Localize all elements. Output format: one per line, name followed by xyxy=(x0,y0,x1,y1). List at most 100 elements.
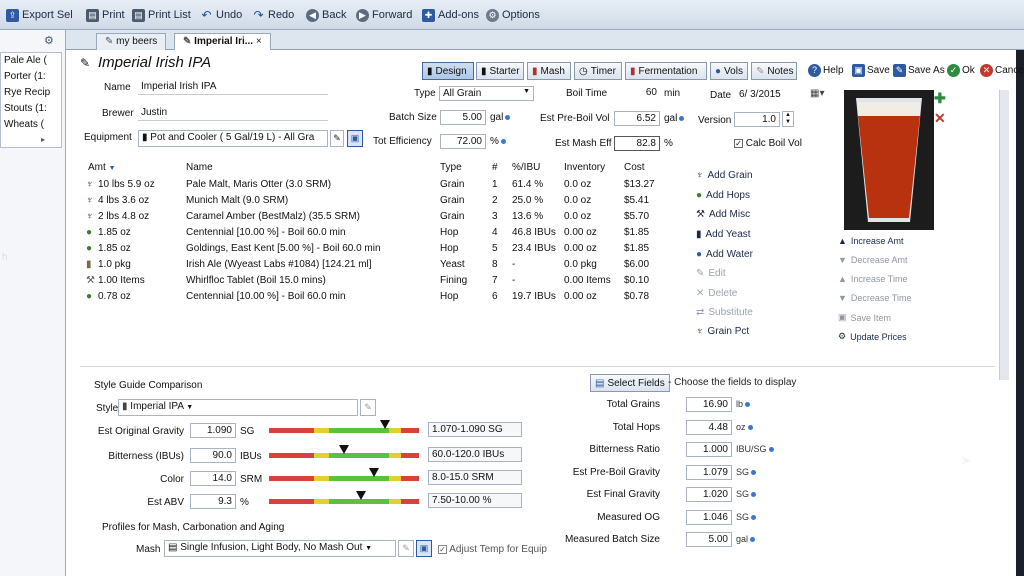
cell-num: 5 xyxy=(492,243,498,254)
version-spinner-icon[interactable]: ▲ ▼ xyxy=(782,111,794,127)
help-button[interactable]: ? Help xyxy=(808,64,844,77)
add-hops-button[interactable]: ● Add Hops xyxy=(696,190,750,201)
calendar-icon[interactable]: ▦▾ xyxy=(810,88,824,99)
main-scrollbar[interactable] xyxy=(999,90,1009,380)
list-item[interactable]: Stouts (1: xyxy=(4,103,47,114)
equipment-icon: ▮ xyxy=(142,132,148,143)
table-row[interactable]: ● 0.78 oz Centennial [10.00 %] - Boil 60.0… xyxy=(84,290,692,306)
dropdown-arrow-icon: ▼ xyxy=(186,404,194,411)
remove-x-icon[interactable]: ✕ xyxy=(934,110,946,127)
increase-amt-button[interactable]: ▲ Increase Amt xyxy=(838,236,903,246)
mash-edit-icon[interactable]: ✎ xyxy=(398,540,414,557)
col-amt[interactable]: Amt ▼ xyxy=(88,162,116,173)
style-select[interactable]: ▮ Imperial IPA ▼ xyxy=(118,399,358,416)
add-misc-button[interactable]: ⚒ Add Misc xyxy=(696,209,750,220)
col-type[interactable]: Type xyxy=(440,162,462,173)
cell-pct: - xyxy=(512,259,516,270)
tab-mash[interactable]: ▮ Mash xyxy=(527,62,571,80)
profiles-heading: Profiles for Mash, Carbonation and Aging xyxy=(102,522,285,533)
cell-pct: 13.6 % xyxy=(512,211,544,222)
table-row[interactable]: ⚒ 1.00 Items Whirlfloc Tablet (Boil 15.0 m… xyxy=(84,274,692,290)
update-prices-button[interactable]: ⚙ Update Prices xyxy=(838,331,907,342)
list-item[interactable]: Wheats ( xyxy=(4,119,44,130)
brewer-field[interactable]: Justin xyxy=(138,106,328,121)
print-button[interactable]: ▤ Print xyxy=(86,6,125,24)
tab-my-beers[interactable]: ✎ my beers xyxy=(96,33,167,50)
table-row[interactable]: ♆ 10 lbs 5.9 oz Pale Malt, Maris Otter (3.… xyxy=(84,178,692,194)
decrease-amt-button[interactable]: ▼ Decrease Amt xyxy=(838,255,907,265)
list-item[interactable]: Porter (1: xyxy=(4,71,46,82)
options-button[interactable]: ⚙ Options xyxy=(486,6,540,24)
recipe-folder-list[interactable]: Pale Ale ( Porter (1: Rye Recip Stouts (… xyxy=(0,52,62,148)
add-grain-button[interactable]: ♆ Add Grain xyxy=(696,170,753,181)
type-select[interactable]: All Grain ▼ xyxy=(439,86,534,101)
name-field[interactable]: Imperial Irish IPA xyxy=(138,80,328,95)
checkbox-checked-icon[interactable]: ✓ xyxy=(734,138,743,148)
select-fields-button[interactable]: ▤ Select Fields xyxy=(590,374,670,392)
folder-gear-icon[interactable]: ⚙ xyxy=(44,34,54,47)
col-inventory[interactable]: Inventory xyxy=(564,162,605,173)
save-item-button[interactable]: ▣ Save Item xyxy=(838,312,891,323)
mash-save-icon[interactable]: ▣ xyxy=(416,540,432,557)
style-label: Style xyxy=(96,403,119,414)
decrease-time-button[interactable]: ▼ Decrease Time xyxy=(838,293,911,303)
ok-button[interactable]: ✓ Ok xyxy=(947,64,975,77)
table-row[interactable]: ● 1.85 oz Centennial [10.00 %] - Boil 60.0… xyxy=(84,226,692,242)
add-plus-icon[interactable]: ✚ xyxy=(934,90,946,107)
table-row[interactable]: ♆ 4 lbs 3.6 oz Munich Malt (9.0 SRM) Grain 2… xyxy=(84,194,692,210)
equipment-edit-icon[interactable]: ✎ xyxy=(330,130,344,147)
save-button[interactable]: ▣ Save xyxy=(852,64,890,77)
edit-button[interactable]: ✎ Edit xyxy=(696,268,726,279)
increase-time-button[interactable]: ▲ Increase Time xyxy=(838,274,907,284)
ingredient-table: Amt ▼ Name Type # %/IBU Inventory Cost ♆… xyxy=(84,162,692,312)
forward-button[interactable]: ▶ Forward xyxy=(356,6,412,24)
add-water-button[interactable]: ● Add Water xyxy=(696,249,753,260)
style-edit-icon[interactable]: ✎ xyxy=(360,399,376,416)
substitute-button[interactable]: ⇄ Substitute xyxy=(696,307,753,318)
cell-cost: $1.85 xyxy=(624,243,650,254)
grain-pct-button[interactable]: ♆ Grain Pct xyxy=(696,326,749,337)
tab-imperial-irish-ipa[interactable]: ✎ Imperial Iri... × xyxy=(174,33,271,50)
col-num[interactable]: # xyxy=(492,162,498,173)
col-pct-ibu[interactable]: %/IBU xyxy=(512,162,540,173)
list-item[interactable]: Pale Ale ( xyxy=(4,55,47,66)
tab-timer[interactable]: ◷ Timer xyxy=(574,62,622,80)
version-field[interactable]: 1.0 xyxy=(734,112,780,127)
col-cost[interactable]: Cost xyxy=(624,162,645,173)
mash-profile-select[interactable]: ▤ Single Infusion, Light Body, No Mash O… xyxy=(164,540,396,557)
addons-button[interactable]: ✚ Add-ons xyxy=(422,6,479,24)
calc-boil-checkbox[interactable]: ✓ Calc Boil Vol xyxy=(734,138,802,149)
og-range-bar xyxy=(269,428,419,433)
delete-button[interactable]: ✕ Delete xyxy=(696,288,737,299)
tot-efficiency-field[interactable]: 72.00 xyxy=(440,134,486,149)
prices-icon: ⚙ xyxy=(838,331,847,341)
tab-fermentation[interactable]: ▮ Fermentation xyxy=(625,62,707,80)
export-sel-button[interactable]: ⇪ Export Sel xyxy=(6,6,73,24)
batch-size-field[interactable]: 5.00 xyxy=(440,110,486,125)
save-as-button[interactable]: ✎ Save As xyxy=(893,64,945,77)
tab-design[interactable]: ▮ Design xyxy=(422,62,474,80)
checkbox-checked-icon[interactable]: ✓ xyxy=(438,544,447,554)
tab-starter[interactable]: ▮ Starter xyxy=(476,62,524,80)
back-button[interactable]: ◀ Back xyxy=(306,6,346,24)
boil-time-field[interactable]: 60 xyxy=(614,86,660,101)
undo-button[interactable]: ↶ Undo xyxy=(200,6,242,24)
chevron-right-icon[interactable]: ▸ xyxy=(41,135,45,144)
save-equipment-icon[interactable]: ▣ xyxy=(347,130,363,147)
adjust-temp-checkbox[interactable]: ✓ Adjust Temp for Equip xyxy=(438,544,547,555)
date-field[interactable]: 6/ 3/2015 xyxy=(736,88,808,103)
redo-button[interactable]: ↷ Redo xyxy=(252,6,294,24)
tab-vols[interactable]: ● Vols xyxy=(710,62,748,80)
abv-range-bar xyxy=(269,499,419,504)
col-name[interactable]: Name xyxy=(186,162,213,173)
cancel-button[interactable]: ✕ Cancel xyxy=(980,64,1024,77)
table-row[interactable]: ♆ 2 lbs 4.8 oz Caramel Amber (BestMalz) (3… xyxy=(84,210,692,226)
tab-notes[interactable]: ✎ Notes xyxy=(751,62,797,80)
equipment-select[interactable]: ▮ Pot and Cooler ( 5 Gal/19 L) - All Gra xyxy=(138,130,328,147)
close-tab-icon[interactable]: × xyxy=(256,36,262,47)
print-list-button[interactable]: ▤ Print List xyxy=(132,6,191,24)
list-item[interactable]: Rye Recip xyxy=(4,87,50,98)
add-yeast-button[interactable]: ▮ Add Yeast xyxy=(696,229,751,240)
table-row[interactable]: ▮ 1.0 pkg Irish Ale (Wyeast Labs #1084) [1… xyxy=(84,258,692,274)
table-row[interactable]: ● 1.85 oz Goldings, East Kent [5.00 %] - B… xyxy=(84,242,692,258)
